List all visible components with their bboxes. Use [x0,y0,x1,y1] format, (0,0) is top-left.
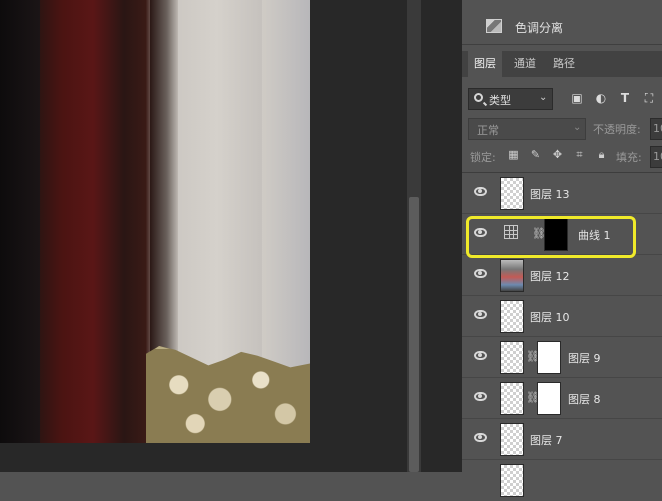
pixel-filter-icon[interactable]: ▣ [570,91,584,105]
visibility-eye-icon[interactable] [474,187,487,196]
image-dark-curtain [0,0,40,443]
chevron-down-icon: ⌄ [573,122,582,133]
layer-list: 图层 13 ⛓︎ 曲线 1 图层 12 图层 10 ⛓︎ 图层 9 ⛓︎ 图层 … [462,172,662,497]
lock-artboard-icon[interactable]: ⌗ [573,148,586,161]
visibility-eye-icon[interactable] [474,433,487,442]
search-icon [474,93,483,102]
posterize-adjustment-item[interactable]: 色调分离 [462,0,662,45]
adjustment-filter-icon[interactable]: ◐ [594,91,608,105]
selection-highlight [466,216,636,258]
layer-row-9[interactable]: ⛓︎ 图层 9 [462,337,662,378]
layer-mask-thumbnail[interactable] [537,382,561,415]
lock-position-icon[interactable]: ✥ [551,148,564,161]
lock-transparent-icon[interactable]: ▦ [507,148,520,161]
shape-filter-icon[interactable]: ⛶ [642,91,656,105]
filter-kind-label: 类型 [489,94,511,107]
posterize-icon [486,19,502,33]
layer-row-8[interactable]: ⛓︎ 图层 8 [462,378,662,419]
layer-name: 图层 13 [530,188,570,201]
link-icon[interactable]: ⛓︎ [526,391,540,405]
layer-name: 图层 9 [568,352,601,365]
layer-name: 图层 12 [530,270,570,283]
layers-panel: 色调分离 图层 通道 路径 类型 ⌄ ▣ ◐ T ⛶ 正常 ⌄ 不透明度: 10… [462,0,662,497]
lock-label: 锁定: [470,151,496,164]
filter-kind-select[interactable]: 类型 ⌄ [468,88,553,110]
visibility-eye-icon[interactable] [474,310,487,319]
visibility-eye-icon[interactable] [474,269,487,278]
blend-mode-select[interactable]: 正常 ⌄ [468,118,586,140]
layer-row-10[interactable]: 图层 10 [462,296,662,337]
document-canvas[interactable] [0,0,462,472]
layer-name: 图层 10 [530,311,570,324]
tab-channels[interactable]: 通道 [508,51,542,77]
fill-label: 填充: [616,151,642,164]
layer-name: 图层 7 [530,434,563,447]
blend-mode-value: 正常 [477,124,499,137]
layer-mask-thumbnail[interactable] [537,341,561,374]
link-icon[interactable]: ⛓︎ [526,350,540,364]
layer-name: 图层 8 [568,393,601,406]
layer-row-12[interactable]: 图层 12 [462,255,662,296]
opacity-label: 不透明度: [593,123,641,136]
panel-tabs: 图层 通道 路径 [462,51,662,77]
layer-thumbnail [500,259,524,292]
layer-thumbnail [500,177,524,210]
tab-layers[interactable]: 图层 [468,51,502,77]
fill-input[interactable]: 10 [650,146,662,168]
opacity-input[interactable]: 10 [650,118,662,140]
visibility-eye-icon[interactable] [474,351,487,360]
posterize-label: 色调分离 [515,21,564,35]
visibility-eye-icon[interactable] [474,392,487,401]
lock-all-icon[interactable]: 🔒︎ [595,148,608,161]
lock-brush-icon[interactable]: ✎ [529,148,542,161]
layer-filter-row: 类型 ⌄ [462,85,662,113]
layer-row-13[interactable]: 图层 13 [462,173,662,214]
layer-thumbnail [500,382,524,415]
layer-row-7[interactable]: 图层 7 [462,419,662,460]
layer-thumbnail [500,464,524,497]
type-filter-icon[interactable]: T [618,91,632,105]
tab-paths[interactable]: 路径 [547,51,581,77]
layer-thumbnail [500,300,524,333]
layer-thumbnail [500,423,524,456]
layer-thumbnail [500,341,524,374]
layer-row-partial[interactable] [462,460,662,501]
chevron-down-icon: ⌄ [539,92,548,103]
canvas-image[interactable] [0,0,310,443]
blend-row: 正常 ⌄ 不透明度: 10 [462,118,662,140]
canvas-scrollbar-thumb[interactable] [409,197,419,472]
